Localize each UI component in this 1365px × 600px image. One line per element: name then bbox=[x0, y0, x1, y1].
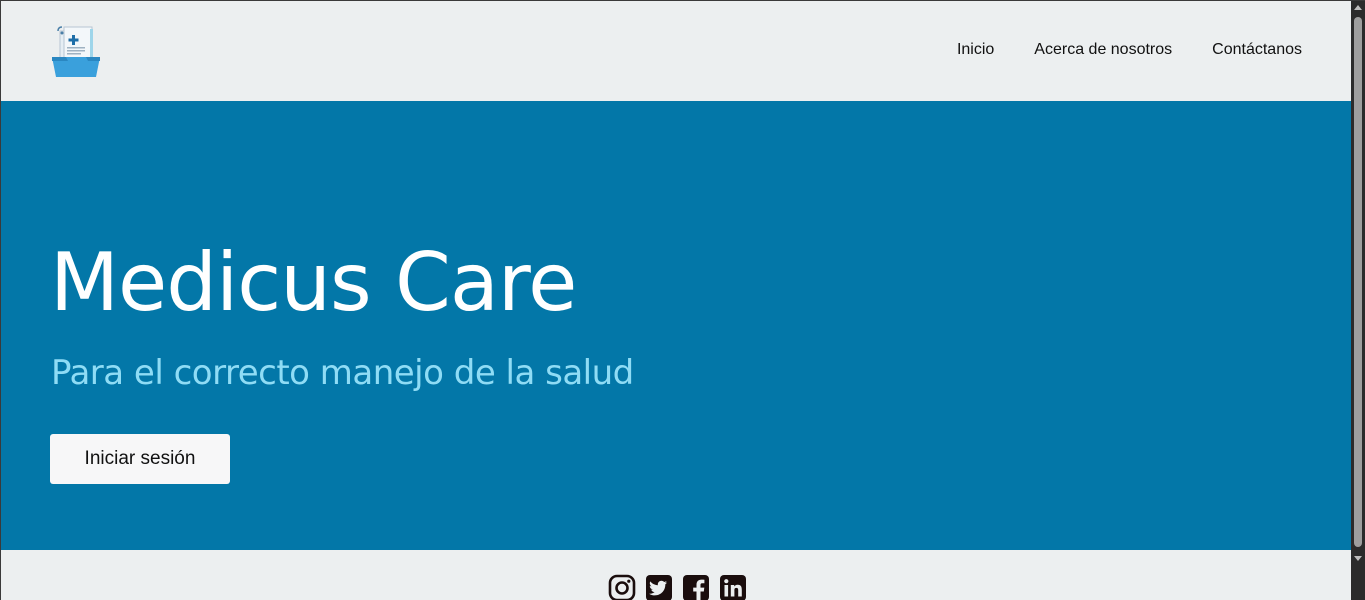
social-links bbox=[608, 574, 747, 600]
medical-folder-icon[interactable] bbox=[50, 25, 102, 79]
page: Inicio Acerca de nosotros Contáctanos Me… bbox=[0, 0, 1365, 600]
hero-section: Medicus Care Para el correcto manejo de … bbox=[1, 101, 1352, 550]
hero-subtitle: Para el correcto manejo de la salud bbox=[51, 353, 634, 393]
scroll-up-arrow-icon[interactable] bbox=[1354, 5, 1362, 10]
site-header: Inicio Acerca de nosotros Contáctanos bbox=[1, 1, 1352, 101]
scroll-down-arrow-icon[interactable] bbox=[1354, 556, 1362, 561]
nav-link-acerca[interactable]: Acerca de nosotros bbox=[1034, 41, 1172, 59]
login-button[interactable]: Iniciar sesión bbox=[50, 434, 230, 484]
scrollbar-thumb[interactable] bbox=[1354, 17, 1362, 547]
site-footer bbox=[1, 550, 1352, 600]
nav-link-contacto[interactable]: Contáctanos bbox=[1212, 41, 1302, 59]
vertical-scrollbar[interactable] bbox=[1351, 1, 1365, 600]
hero-title: Medicus Care bbox=[50, 236, 577, 329]
main-nav: Inicio Acerca de nosotros Contáctanos bbox=[917, 41, 1302, 59]
instagram-icon[interactable] bbox=[608, 574, 636, 600]
twitter-icon[interactable] bbox=[645, 574, 673, 600]
linkedin-icon[interactable] bbox=[719, 574, 747, 600]
facebook-icon[interactable] bbox=[682, 574, 710, 600]
nav-link-inicio[interactable]: Inicio bbox=[957, 41, 994, 59]
